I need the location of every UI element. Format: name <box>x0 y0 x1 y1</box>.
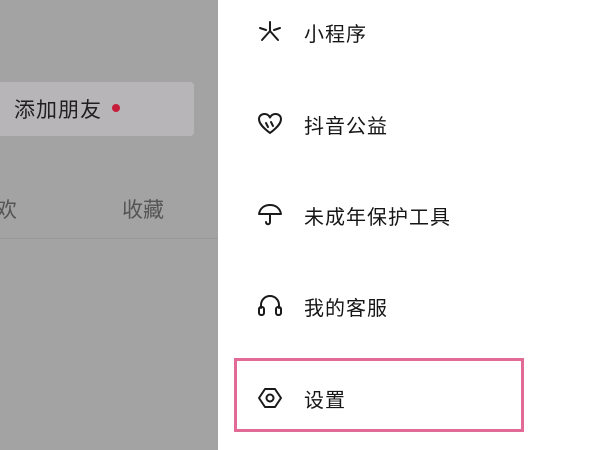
umbrella-icon <box>256 201 284 229</box>
menu-item-settings[interactable]: 设置 <box>238 368 568 428</box>
notification-dot <box>112 104 120 112</box>
menu-label-customer-service: 我的客服 <box>304 295 388 320</box>
menu-label-settings: 设置 <box>304 387 346 412</box>
tab-favorites[interactable]: 收藏 <box>122 194 164 224</box>
menu-label-minor-protection: 未成年保护工具 <box>304 204 451 229</box>
menu-item-douyin-charity[interactable]: 抖音公益 <box>238 94 568 154</box>
menu-label-douyin-charity: 抖音公益 <box>304 113 388 138</box>
menu-item-minor-protection[interactable]: 未成年保护工具 <box>238 185 568 245</box>
mini-program-icon <box>256 18 284 46</box>
dimmed-profile-backdrop[interactable]: 添加朋友 欢 收藏 <box>0 0 218 450</box>
menu-label-mini-program: 小程序 <box>304 21 367 46</box>
menu-item-mini-program[interactable]: 小程序 <box>238 2 568 62</box>
charity-heart-icon <box>256 110 284 138</box>
add-friend-label: 添加朋友 <box>14 98 102 122</box>
tab-divider <box>0 238 218 239</box>
headset-icon <box>256 292 284 320</box>
add-friend-button[interactable]: 添加朋友 <box>0 82 194 136</box>
side-drawer-menu: 小程序 抖音公益 未成年保护工具 我的客服 设置 <box>218 0 600 450</box>
menu-item-customer-service[interactable]: 我的客服 <box>238 276 568 336</box>
settings-hexagon-icon <box>256 384 284 412</box>
tab-likes[interactable]: 欢 <box>0 194 17 224</box>
